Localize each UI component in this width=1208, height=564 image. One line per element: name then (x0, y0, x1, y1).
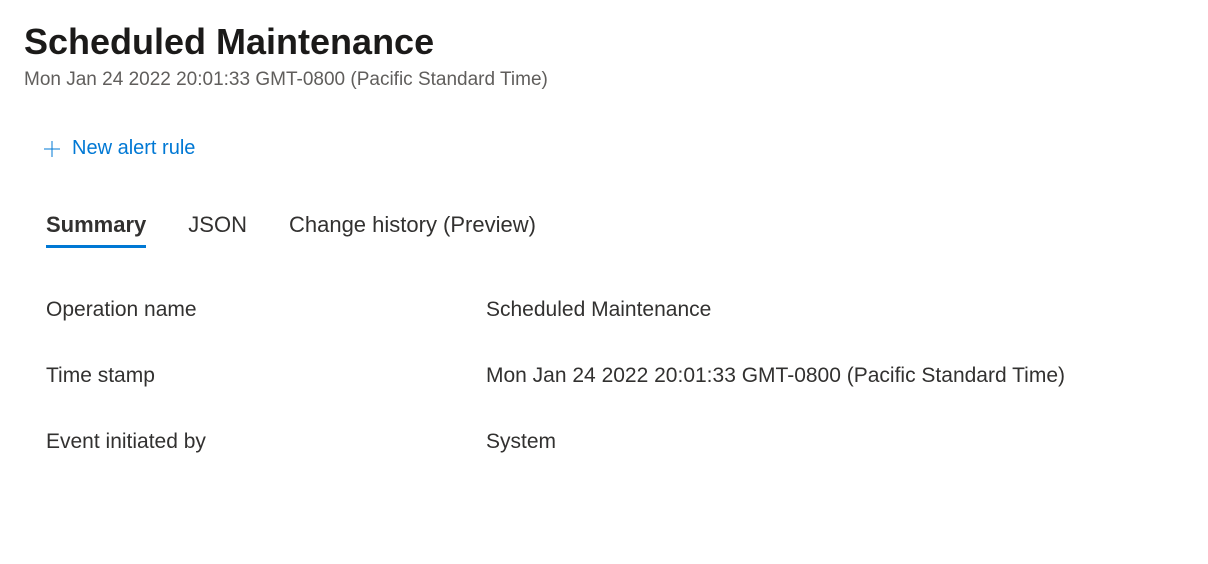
event-initiated-by-value: System (486, 430, 556, 454)
new-alert-rule-label: New alert rule (72, 137, 195, 160)
details-panel: Operation name Scheduled Maintenance Tim… (24, 298, 1184, 454)
new-alert-rule-button[interactable]: New alert rule (42, 137, 195, 160)
tabs: Summary JSON Change history (Preview) (24, 212, 1184, 248)
time-stamp-label: Time stamp (46, 364, 486, 388)
time-stamp-value: Mon Jan 24 2022 20:01:33 GMT-0800 (Pacif… (486, 364, 1065, 388)
toolbar: New alert rule (24, 137, 1184, 160)
page-title: Scheduled Maintenance (24, 20, 1184, 63)
tab-json[interactable]: JSON (188, 212, 247, 248)
detail-row-time-stamp: Time stamp Mon Jan 24 2022 20:01:33 GMT-… (46, 364, 1184, 388)
operation-name-label: Operation name (46, 298, 486, 322)
tab-change-history[interactable]: Change history (Preview) (289, 212, 536, 248)
event-initiated-by-label: Event initiated by (46, 430, 486, 454)
tab-summary[interactable]: Summary (46, 212, 146, 248)
operation-name-value: Scheduled Maintenance (486, 298, 711, 322)
detail-row-event-initiated-by: Event initiated by System (46, 430, 1184, 454)
detail-row-operation-name: Operation name Scheduled Maintenance (46, 298, 1184, 322)
page-subtitle: Mon Jan 24 2022 20:01:33 GMT-0800 (Pacif… (24, 69, 1184, 91)
plus-icon (42, 139, 62, 159)
